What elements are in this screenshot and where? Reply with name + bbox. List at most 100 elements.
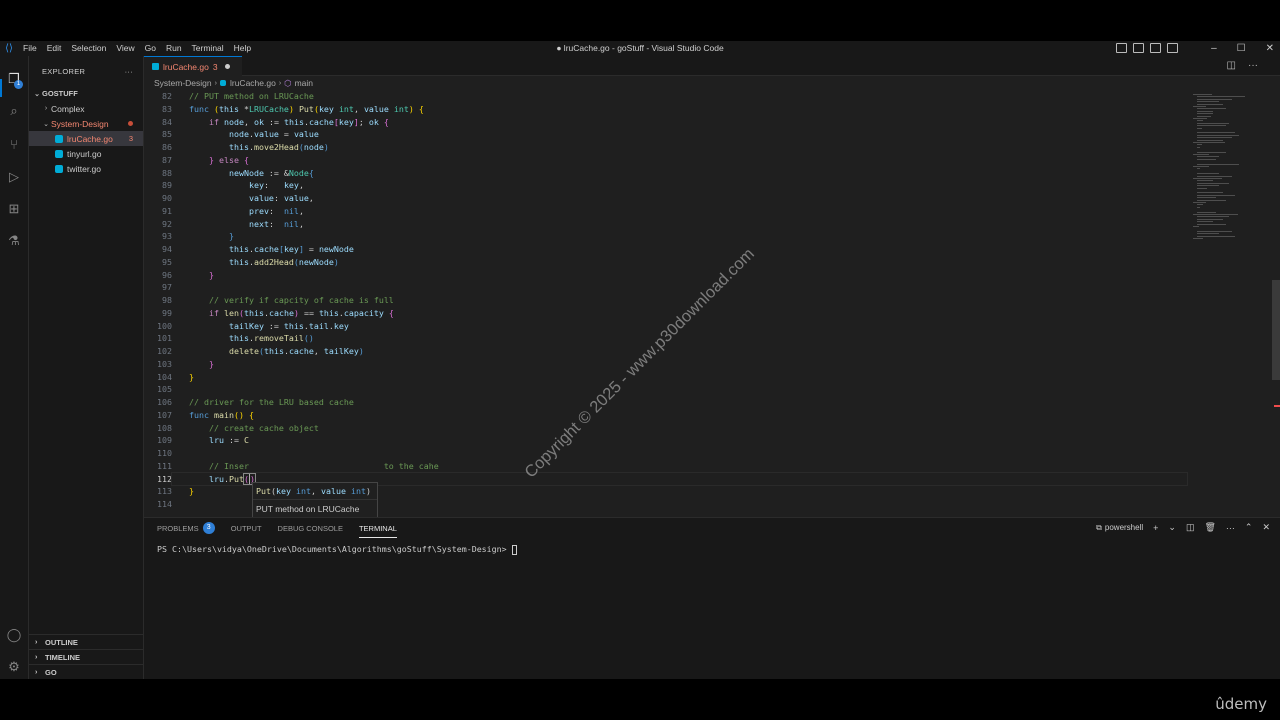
menu-run[interactable]: Run [161, 41, 187, 56]
line-source: node.value = value [228, 129, 319, 140]
code-line[interactable]: 98 // verify if capcity of cache is full [144, 294, 1189, 307]
parameter-hint-widget: Put(key int, value int) PUT method on LR… [252, 482, 378, 520]
line-source [172, 447, 189, 460]
line-number: 107 [157, 409, 172, 420]
tab-terminal[interactable]: TERMINAL [358, 518, 397, 538]
new-terminal-icon[interactable]: + [1153, 523, 1158, 533]
code-line[interactable]: 83 func (this *LRUCache) Put(key int, val… [144, 103, 1189, 116]
code-line[interactable]: 89 key: key, [144, 179, 1189, 192]
more-actions-icon[interactable]: ··· [125, 67, 133, 76]
line-source: } [189, 486, 194, 497]
run-debug-icon[interactable]: ▷ [5, 168, 23, 186]
code-line[interactable]: 97 [144, 281, 1189, 294]
terminal-prompt: PS C:\Users\vidya\OneDrive\Documents\Alg… [157, 544, 512, 554]
maximize-icon[interactable]: ☐ [1237, 41, 1246, 56]
maximize-panel-icon[interactable]: ⌃ [1245, 522, 1253, 533]
code-line[interactable]: 103 } [144, 358, 1189, 371]
toggle-sidebar-icon[interactable] [1116, 43, 1127, 53]
customize-layout-icon[interactable] [1167, 43, 1178, 53]
breadcrumb-file[interactable]: lruCache.go [230, 78, 276, 88]
chevron-down-icon[interactable]: ⌄ [1168, 522, 1176, 533]
scrollbar-thumb[interactable] [1272, 280, 1280, 380]
extensions-icon[interactable]: ⊞ [5, 200, 23, 218]
code-line[interactable]: 105 [144, 383, 1189, 396]
code-line[interactable]: 110 [144, 447, 1189, 460]
code-line[interactable]: 104} [144, 371, 1189, 384]
code-line[interactable]: 93 } [144, 230, 1189, 243]
close-panel-icon[interactable]: ✕ [1262, 522, 1270, 533]
code-line[interactable]: 91 prev: nil, [144, 205, 1189, 218]
code-line[interactable]: 82 // PUT method on LRUCache [144, 90, 1189, 103]
source-control-icon[interactable]: ⑂ [5, 135, 23, 153]
tree-file-twitter[interactable]: twitter.go [29, 161, 143, 176]
code-line[interactable]: 96 } [144, 269, 1189, 282]
minimize-icon[interactable]: – [1211, 41, 1217, 56]
tree-file-lrucache[interactable]: lruCache.go 3 [29, 131, 143, 146]
workspace-root[interactable]: ⌄ GOSTUFF [29, 86, 143, 101]
terminal-output[interactable]: PS C:\Users\vidya\OneDrive\Documents\Alg… [144, 538, 1280, 555]
code-line[interactable]: 108 // create cache object [144, 422, 1189, 435]
kill-terminal-icon[interactable]: 🗑 [1204, 522, 1215, 533]
menu-terminal[interactable]: Terminal [187, 41, 229, 56]
line-number: 105 [157, 384, 172, 395]
menu-selection[interactable]: Selection [66, 41, 111, 56]
menu-go[interactable]: Go [140, 41, 161, 56]
terminal-shell-selector[interactable]: ⧉ powershell [1096, 523, 1143, 533]
code-line[interactable]: 106 // driver for the LRU based cache [144, 396, 1189, 409]
code-line[interactable]: 109 lru := C [144, 434, 1189, 447]
minimap[interactable] [1189, 90, 1269, 517]
tree-folder-complex[interactable]: › Complex [29, 101, 143, 116]
minimap-line [1197, 151, 1226, 153]
menu-file[interactable]: File [18, 41, 42, 56]
code-line[interactable]: 94 this.cache[key] = newNode [144, 243, 1189, 256]
line-number: 90 [162, 193, 172, 203]
section-timeline[interactable]: › TIMELINE [29, 649, 144, 664]
menu-view[interactable]: View [111, 41, 139, 56]
bottom-panel: PROBLEMS 3 OUTPUT DEBUG CONSOLE TERMINAL… [144, 517, 1280, 679]
split-editor-icon[interactable]: ◫ [1227, 60, 1236, 71]
code-line[interactable]: 111 // Inser to the cahe [144, 460, 1189, 473]
more-actions-icon[interactable]: ··· [1248, 60, 1258, 71]
search-icon[interactable]: ⌕ [5, 102, 23, 120]
line-number: 110 [157, 448, 172, 458]
settings-gear-icon[interactable]: ⚙ [5, 658, 23, 676]
section-go[interactable]: › GO [29, 664, 144, 679]
minimap-line [1197, 108, 1226, 110]
code-editor[interactable]: 82 // PUT method on LRUCache 83 func (this … [144, 90, 1189, 517]
line-source [172, 383, 189, 396]
breadcrumb-folder[interactable]: System-Design [154, 78, 212, 88]
minimap-line [1197, 156, 1220, 158]
code-line[interactable]: 85 node.value = value [144, 128, 1189, 141]
code-line[interactable]: 99 if len(this.cache) == this.capacity { [144, 307, 1189, 320]
toggle-panel-icon[interactable] [1133, 43, 1144, 53]
menu-help[interactable]: Help [229, 41, 256, 56]
tab-lrucache[interactable]: lruCache.go 3 [144, 56, 242, 76]
line-number: 111 [157, 460, 172, 471]
line-source: } [189, 371, 194, 382]
unsaved-dot-icon[interactable] [225, 64, 230, 69]
breadcrumb-symbol[interactable]: main [295, 78, 313, 88]
minimap-line [1193, 202, 1206, 203]
tab-debug-console[interactable]: DEBUG CONSOLE [278, 518, 343, 538]
code-line[interactable]: 84 if node, ok := this.cache[key]; ok { [144, 116, 1189, 129]
code-line[interactable]: 88 newNode := &Node{ [144, 167, 1189, 180]
code-line[interactable]: 95 this.add2Head(newNode) [144, 256, 1189, 269]
more-actions-icon[interactable]: ··· [1226, 523, 1235, 533]
tree-folder-system-design[interactable]: ⌄ System-Design [29, 116, 143, 131]
code-line[interactable]: 92 next: nil, [144, 218, 1189, 231]
code-line[interactable]: 87 } else { [144, 154, 1189, 167]
section-outline[interactable]: › OUTLINE [29, 634, 144, 649]
testing-icon[interactable]: ⚗ [5, 232, 23, 250]
editor-scrollbar[interactable] [1272, 90, 1280, 517]
code-line[interactable]: 86 this.move2Head(node) [144, 141, 1189, 154]
close-window-icon[interactable]: ✕ [1266, 41, 1274, 56]
tree-file-tinyurl[interactable]: tinyurl.go [29, 146, 143, 161]
code-line[interactable]: 90 value: value, [144, 192, 1189, 205]
toggle-secondary-sidebar-icon[interactable] [1150, 43, 1161, 53]
code-line[interactable]: 107 func main() { [144, 409, 1189, 422]
accounts-icon[interactable]: ◯ [5, 626, 23, 644]
tab-problems[interactable]: PROBLEMS 3 [157, 518, 215, 538]
tab-output[interactable]: OUTPUT [231, 518, 262, 538]
split-terminal-icon[interactable]: ◫ [1186, 522, 1195, 533]
menu-edit[interactable]: Edit [42, 41, 67, 56]
